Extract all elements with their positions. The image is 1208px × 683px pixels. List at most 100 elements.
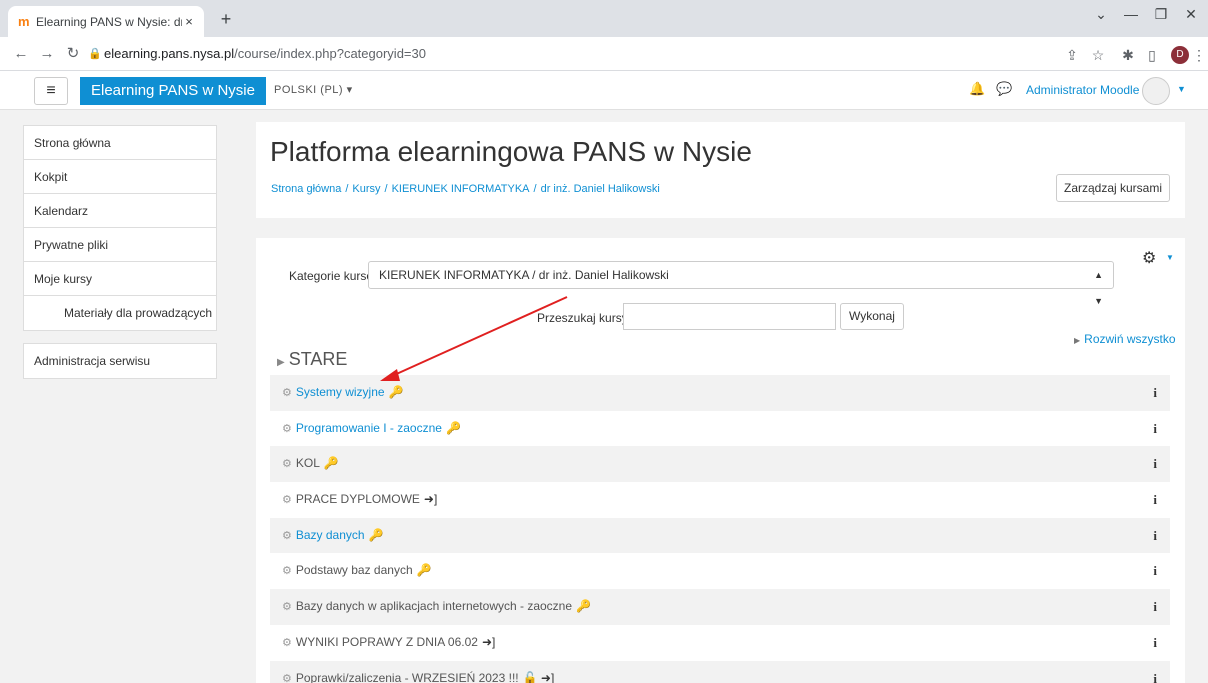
sidepanel-icon[interactable]: ▯ [1142,45,1162,65]
sidebar-item-teacher-materials[interactable]: Materiały dla prowadzących [24,296,216,330]
messages-chat-icon[interactable]: 💬 [996,81,1012,97]
course-icon: ⚙ [282,636,292,649]
course-link[interactable]: WYNIKI POPRAWY Z DNIA 06.02 [296,635,478,649]
browser-profile-avatar[interactable]: D [1171,46,1189,64]
minimize-icon[interactable]: — [1116,6,1146,22]
key-icon: 🔑 [416,563,432,578]
search-courses-label: Przeszukaj kursy [537,311,628,325]
site-brand-link[interactable]: Elearning PANS w Nysie [80,77,266,105]
expand-all-link[interactable]: ▶ Rozwiń wszystko [1074,332,1176,346]
course-link[interactable]: PRACE DYPLOMOWE [296,492,420,506]
breadcrumb-separator: / [384,183,388,195]
guest-enrol-icon: 🔓 ➜] [522,670,555,683]
course-icon: ⚙ [282,601,292,614]
lock-icon[interactable]: 🔒 [88,41,104,67]
hamburger-menu-icon[interactable]: ≡ [34,77,68,105]
course-row: ⚙ WYNIKI POPRAWY Z DNIA 06.02 ➜] i [270,625,1170,661]
enrol-icon: ➜] [481,634,496,649]
info-icon[interactable]: i [1153,661,1157,683]
course-link[interactable]: Programowanie I - zaoczne [296,421,442,435]
info-icon[interactable]: i [1153,625,1157,661]
navigation-drawer: Strona główna Kokpit Kalendarz Prywatne … [23,125,217,391]
select-arrows-icon: ▲ ▼ [1094,270,1103,306]
sidebar-item-my-courses[interactable]: Moje kursy [24,262,216,296]
window-close-icon[interactable]: ✕ [1176,6,1206,23]
course-link[interactable]: Bazy danych [296,528,365,542]
manage-courses-button[interactable]: Zarządzaj kursami [1056,174,1170,202]
course-icon: ⚙ [282,672,292,683]
breadcrumb-item-subcategory[interactable]: dr inż. Daniel Halikowski [541,183,660,195]
user-avatar[interactable] [1142,77,1170,105]
language-menu[interactable]: POLSKI (PL) ▾ [274,83,353,96]
back-icon[interactable]: ← [10,43,32,65]
breadcrumb-separator: / [345,183,349,195]
tab-title: Elearning PANS w Nysie: dr inż. D [36,14,182,29]
search-courses-input[interactable] [623,303,836,330]
tab-close-icon[interactable]: × [182,14,196,29]
extensions-icon[interactable]: ✱ [1118,45,1138,65]
key-icon: 🔑 [576,599,591,614]
breadcrumb-separator: / [533,183,537,195]
course-row: ⚙ Podstawy baz danych 🔑 i [270,553,1170,589]
course-row: ⚙ Bazy danych 🔑 i [270,517,1170,554]
gear-icon[interactable]: ⚙ [1142,248,1156,268]
course-link[interactable]: Bazy danych w aplikacjach internetowych … [296,599,572,613]
category-select[interactable]: KIERUNEK INFORMATYKA / dr inż. Daniel Ha… [368,261,1114,306]
sidebar-item-dashboard[interactable]: Kokpit [24,160,216,194]
new-tab-button[interactable]: + [214,8,238,32]
course-icon: ⚙ [282,529,292,542]
user-menu-caret-icon[interactable]: ▼ [1177,84,1186,94]
search-submit-button[interactable]: Wykonaj [840,303,904,330]
sidebar-item-private-files[interactable]: Prywatne pliki [24,228,216,262]
sidebar-nav-block: Strona główna Kokpit Kalendarz Prywatne … [23,125,217,331]
course-link[interactable]: Systemy wizyjne [296,385,385,399]
info-icon[interactable]: i [1153,553,1157,589]
info-icon[interactable]: i [1153,411,1157,447]
course-list: ⚙ Systemy wizyjne 🔑 i ⚙ Programowanie I - za… [270,375,1170,683]
course-row: ⚙ Systemy wizyjne 🔑 i [270,375,1170,411]
course-link[interactable]: Podstawy baz danych [296,563,413,577]
forward-icon[interactable]: → [36,43,58,65]
course-link[interactable]: KOL [296,456,320,470]
sidebar-item-calendar[interactable]: Kalendarz [24,194,216,228]
key-icon: 🔑 [368,527,384,542]
tab-search-chevron-icon[interactable]: ⌄ [1086,6,1116,23]
sidebar-admin-block: Administracja serwisu [23,343,217,379]
info-icon[interactable]: i [1153,589,1157,625]
gear-caret-icon[interactable]: ▼ [1166,253,1174,262]
course-icon: ⚙ [282,387,292,399]
breadcrumb-item-home[interactable]: Strona główna [271,183,341,195]
restore-icon[interactable]: ❐ [1146,6,1176,23]
breadcrumb-item-category[interactable]: KIERUNEK INFORMATYKA [392,183,530,195]
course-icon: ⚙ [282,458,292,471]
key-icon: 🔑 [323,456,339,471]
notifications-bell-icon[interactable]: 🔔 [969,81,985,97]
category-section-toggle[interactable]: ▶ STARE [277,349,347,370]
share-icon[interactable]: ⇪ [1062,45,1082,65]
course-icon: ⚙ [282,565,292,578]
url-path: /course/index.php?categoryid=30 [234,46,426,61]
sidebar-item-site-administration[interactable]: Administracja serwisu [24,344,216,378]
category-section-title: STARE [288,349,348,369]
page-header: Platforma elearningowa PANS w Nysie Stro… [256,122,1185,218]
info-icon[interactable]: i [1153,518,1157,554]
breadcrumb-item-courses[interactable]: Kursy [352,183,380,195]
section-collapse-triangle-icon: ▶ [277,357,285,368]
reload-icon[interactable]: ↻ [62,43,84,65]
course-row: ⚙ PRACE DYPLOMOWE ➜] i [270,482,1170,518]
page-title: Platforma elearningowa PANS w Nysie [270,136,752,167]
info-icon[interactable]: i [1153,375,1157,411]
info-icon[interactable]: i [1153,482,1157,518]
course-row: ⚙ Bazy danych w aplikacjach internetowych… [270,589,1170,625]
info-icon[interactable]: i [1153,446,1157,482]
breadcrumb: Strona główna / Kursy / KIERUNEK INFORMATYKA… [271,183,660,195]
user-menu-name[interactable]: Administrator Moodle [1026,83,1139,97]
course-link[interactable]: Poprawki/zaliczenia - WRZESIEŃ 2023 !!! [296,671,519,683]
url-host: elearning.pans.nysa.pl [104,46,235,61]
browser-tab[interactable]: m Elearning PANS w Nysie: dr inż. D × [8,6,204,37]
course-row: ⚙ Programowanie I - zaoczne 🔑 i [270,411,1170,447]
sidebar-item-home[interactable]: Strona główna [24,126,216,160]
menu-icon[interactable]: ⋮ [1192,45,1206,65]
address-bar[interactable]: 🔒 elearning.pans.nysa.pl/course/index.ph… [88,41,1148,67]
star-icon[interactable]: ☆ [1088,45,1108,65]
